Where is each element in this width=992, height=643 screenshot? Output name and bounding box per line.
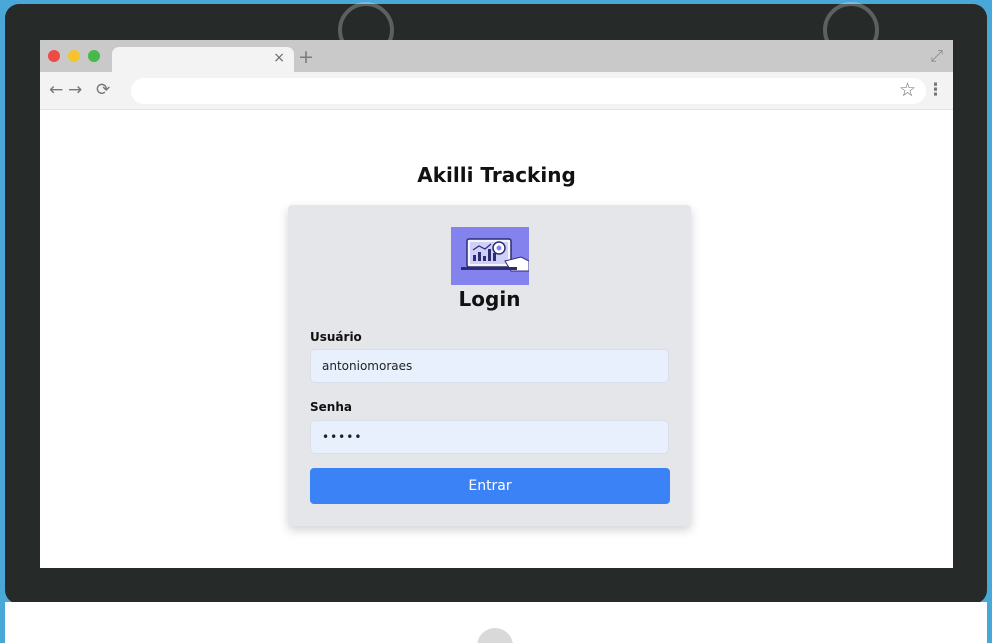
login-heading: Login <box>458 287 521 311</box>
login-card: Login Usuário antoniomoraes Senha ••••• … <box>288 205 691 526</box>
username-field[interactable]: antoniomoraes <box>310 349 669 383</box>
reload-icon[interactable]: ⟳ <box>96 80 110 100</box>
address-bar[interactable]: ☆ <box>131 78 926 104</box>
star-icon[interactable]: ☆ <box>899 79 916 101</box>
login-submit-button[interactable]: Entrar <box>310 468 670 504</box>
username-label: Usuário <box>310 330 362 344</box>
tracking-dashboard-logo-icon <box>451 227 530 285</box>
forward-arrow-icon[interactable]: → <box>68 80 82 100</box>
maximize-window-dot[interactable] <box>88 50 100 62</box>
password-label: Senha <box>310 400 352 414</box>
browser-toolbar: ← → ⟳ ☆ ⋮ <box>40 72 953 110</box>
logo-illustration <box>461 238 530 272</box>
minimize-window-dot[interactable] <box>68 50 80 62</box>
close-icon[interactable]: × <box>273 50 285 66</box>
browser-tab[interactable]: × <box>112 47 294 72</box>
close-window-dot[interactable] <box>48 50 60 62</box>
back-arrow-icon[interactable]: ← <box>49 80 63 100</box>
tab-bar: × + ⤢ <box>40 40 953 72</box>
kebab-menu-icon[interactable]: ⋮ <box>927 80 944 100</box>
plus-icon[interactable]: + <box>298 46 314 68</box>
browser-window: × + ⤢ ← → ⟳ ☆ ⋮ Akilli Tracking Login Us… <box>40 40 953 568</box>
password-field[interactable]: ••••• <box>310 420 669 454</box>
expand-icon[interactable]: ⤢ <box>930 46 943 66</box>
page-title: Akilli Tracking <box>417 163 576 187</box>
